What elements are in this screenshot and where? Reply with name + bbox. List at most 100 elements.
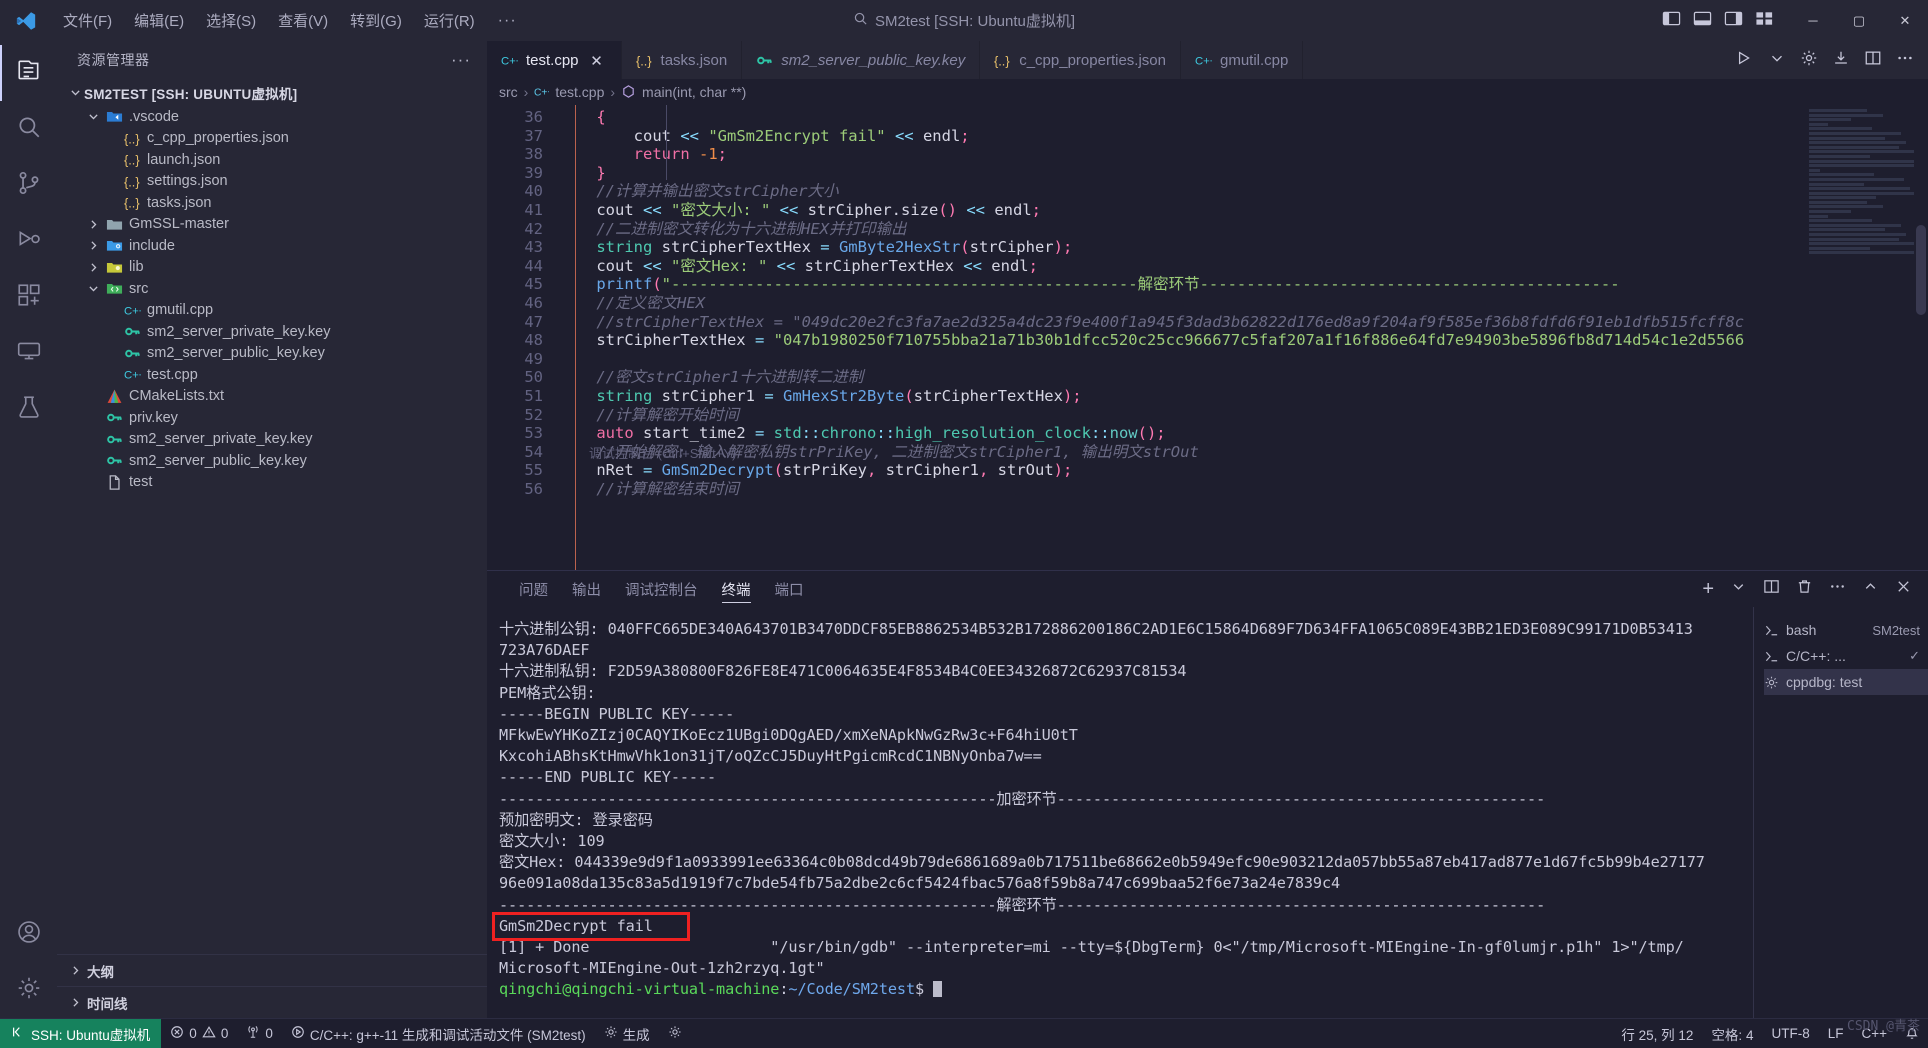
activity-run-debug[interactable] [0, 213, 57, 269]
code-content[interactable]: { cout << "GmSm2Encrypt fail" << endl; r… [559, 105, 1928, 570]
encoding[interactable]: UTF-8 [1762, 1019, 1818, 1048]
indentation[interactable]: 空格: 4 [1702, 1019, 1762, 1048]
tree-file-row[interactable]: sm2_server_private_key.key [57, 321, 487, 343]
panel-tab[interactable]: 问题 [507, 571, 560, 607]
sidebar-section-timeline[interactable]: 时间线 [57, 986, 487, 1018]
editor-tab[interactable]: {..} tasks.json [621, 41, 743, 79]
code-line[interactable]: cout << "密文Hex: " << strCipherTextHex <<… [559, 257, 1928, 276]
workspace-root-row[interactable]: SM2TEST [SSH: UBUNTU虚拟机] [57, 79, 487, 106]
gear-icon[interactable] [1800, 49, 1818, 72]
terminal-list[interactable]: bash SM2test C/C++: ... ✓ cppdbg: test [1753, 607, 1928, 1018]
breadcrumb-folder[interactable]: src [499, 84, 518, 100]
code-line[interactable] [559, 350, 1928, 369]
menu-edit[interactable]: 编辑(E) [123, 7, 195, 34]
sidebar-more-actions[interactable]: ··· [443, 50, 479, 70]
chevron-up-icon[interactable] [1862, 578, 1879, 600]
cursor-position[interactable]: 行 25, 列 12 [1612, 1019, 1702, 1048]
code-line[interactable]: //strCipherTextHex = "049dc20e2fc3fa7ae2… [559, 313, 1928, 332]
split-editor-icon[interactable] [1864, 49, 1882, 72]
close-button[interactable]: ✕ [1882, 0, 1928, 41]
tree-file-row[interactable]: {..} tasks.json [57, 192, 487, 214]
menu-run[interactable]: 运行(R) [413, 7, 486, 34]
tree-folder-row[interactable]: src [57, 278, 487, 300]
problems-status[interactable]: 0 0 [161, 1019, 237, 1048]
activity-manage-settings[interactable] [0, 962, 57, 1018]
activity-accounts[interactable] [0, 906, 57, 962]
maximize-button[interactable]: ▢ [1836, 0, 1882, 41]
run-and-debug-icon[interactable] [1736, 49, 1754, 72]
settings-sync-status[interactable] [659, 1019, 691, 1048]
tree-file-row[interactable]: priv.key [57, 407, 487, 429]
activity-extensions[interactable] [0, 269, 57, 325]
code-line[interactable]: string strCipherTextHex = GmByte2HexStr(… [559, 238, 1928, 257]
activity-remote-explorer[interactable] [0, 325, 57, 381]
panel-tab[interactable]: 调试控制台 [613, 571, 710, 607]
breadcrumb[interactable]: src › C++ test.cpp › main(int, char **) [487, 79, 1928, 105]
activity-testing[interactable] [0, 381, 57, 437]
code-line[interactable]: return -1; [559, 145, 1928, 164]
tree-file-row[interactable]: sm2_server_public_key.key [57, 343, 487, 365]
more-actions-icon[interactable] [1896, 49, 1914, 72]
close-tab-icon[interactable]: ✕ [587, 52, 607, 70]
ports-status[interactable]: 0 [237, 1019, 282, 1048]
build-status[interactable]: 生成 [595, 1019, 659, 1048]
menu-selection[interactable]: 选择(S) [195, 7, 267, 34]
tree-file-row[interactable]: sm2_server_public_key.key [57, 450, 487, 472]
code-line[interactable]: //二进制密文转化为十六进制HEX并打印输出 [559, 220, 1928, 239]
panel-tab[interactable]: 输出 [560, 571, 613, 607]
code-line[interactable]: auto start_time2 = std::chrono::high_res… [559, 424, 1928, 443]
tree-file-row[interactable]: {..} c_cpp_properties.json [57, 128, 487, 150]
toggle-primary-sidebar-icon[interactable] [1662, 9, 1681, 32]
code-line[interactable]: //计算解密开始时间 [559, 406, 1928, 425]
tree-file-row[interactable]: CMakeLists.txt [57, 386, 487, 408]
close-panel-icon[interactable] [1895, 578, 1912, 600]
code-line[interactable]: //定义密文HEX [559, 294, 1928, 313]
sidebar-section-outline[interactable]: 大纲 [57, 954, 487, 986]
editor-scrollbar[interactable] [1914, 105, 1928, 570]
code-line[interactable]: { [559, 108, 1928, 127]
code-line[interactable]: //计算并输出密文strCipher大小 [559, 182, 1928, 201]
export-icon[interactable] [1832, 49, 1850, 72]
terminal-list-item[interactable]: cppdbg: test [1764, 669, 1928, 695]
panel-tab[interactable]: 终端 [710, 571, 763, 607]
menu-go[interactable]: 转到(G) [339, 7, 413, 34]
code-line[interactable]: } [559, 164, 1928, 183]
toggle-panel-icon[interactable] [1693, 9, 1712, 32]
code-line[interactable]: //开始解密: 输入解密私钥strPriKey, 二进制密文strCipher1… [559, 443, 1928, 462]
activity-explorer[interactable] [0, 45, 57, 101]
more-icon[interactable] [1829, 578, 1846, 600]
terminal-list-item[interactable]: C/C++: ... ✓ [1764, 643, 1928, 669]
tree-folder-row[interactable]: lib [57, 257, 487, 279]
tree-file-row[interactable]: sm2_server_private_key.key [57, 429, 487, 451]
chevron-down-icon[interactable] [1768, 49, 1786, 72]
editor-tab[interactable]: C++ gmutil.cpp [1180, 41, 1304, 79]
tree-file-row[interactable]: {..} launch.json [57, 149, 487, 171]
tree-folder-row[interactable]: .vscode [57, 106, 487, 128]
minimize-button[interactable]: ─ [1790, 0, 1836, 41]
code-editor[interactable]: 36 37 38 39 40 41 42 43 44 45 46 47 48 49 50 51 52 53 54 55… [487, 105, 1928, 570]
breadcrumb-symbol[interactable]: main(int, char **) [642, 84, 746, 100]
minimap[interactable] [1809, 105, 1914, 570]
code-line[interactable]: printf("--------------------------------… [559, 275, 1928, 294]
scrollbar-thumb[interactable] [1916, 225, 1926, 315]
split-terminal-icon[interactable] [1763, 578, 1780, 600]
trash-icon[interactable] [1796, 578, 1813, 600]
code-line[interactable]: cout << "密文大小: " << strCipher.size() << … [559, 201, 1928, 220]
terminal-list-item[interactable]: bash SM2test [1764, 617, 1928, 643]
menu-more[interactable]: ··· [486, 9, 529, 33]
menu-view[interactable]: 查看(V) [267, 7, 339, 34]
code-line[interactable]: cout << "GmSm2Encrypt fail" << endl; [559, 127, 1928, 146]
tree-file-row[interactable]: {..} settings.json [57, 171, 487, 193]
tree-folder-row[interactable]: GmSSL-master [57, 214, 487, 236]
tree-folder-row[interactable]: include [57, 235, 487, 257]
menu-file[interactable]: 文件(F) [52, 7, 123, 34]
build-task-status[interactable]: C/C++: g++-11 生成和调试活动文件 (SM2test) [282, 1019, 595, 1048]
code-line[interactable]: string strCipher1 = GmHexStr2Byte(strCip… [559, 387, 1928, 406]
breadcrumb-file[interactable]: test.cpp [555, 84, 604, 100]
panel-tab[interactable]: 端口 [763, 571, 816, 607]
terminal-output[interactable]: 十六进制公钥: 040FFC665DE340A643701B3470DDCF85… [487, 607, 1753, 1018]
editor-tab[interactable]: C++ test.cpp ✕ [487, 41, 622, 79]
editor-tab[interactable]: {..} c_cpp_properties.json [980, 41, 1181, 79]
menu-bar[interactable]: 文件(F) 编辑(E) 选择(S) 查看(V) 转到(G) 运行(R) ··· [52, 7, 529, 34]
terminal-prompt[interactable]: qingchi@qingchi-virtual-machine:~/Code/S… [499, 979, 1753, 1000]
